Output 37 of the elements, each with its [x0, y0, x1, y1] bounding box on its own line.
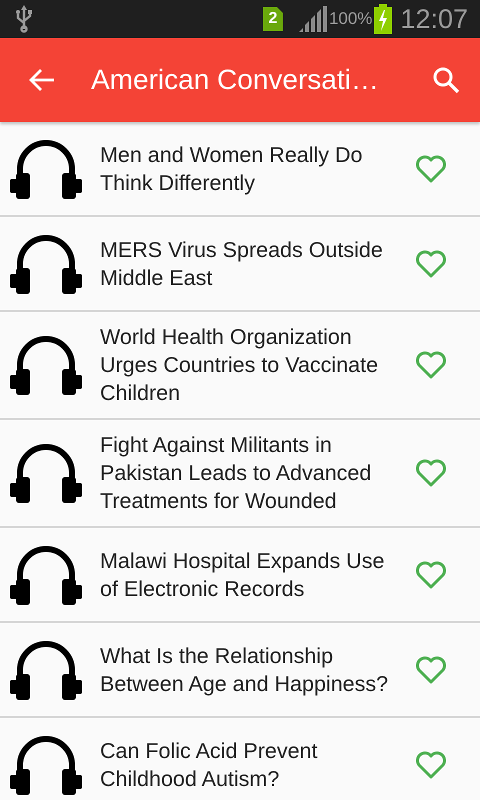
usb-icon — [16, 5, 32, 33]
episode-title: Malawi Hospital Expands Use of Electronic Records — [100, 548, 386, 602]
headphones-icon — [8, 734, 84, 794]
headphones-icon — [8, 640, 84, 700]
heart-icon[interactable] — [415, 351, 447, 379]
episode-title: Men and Women Really Do Think Differently — [100, 142, 364, 196]
list-item[interactable]: Fight Against Militants in Pakistan Leads to Advanced Treatments for Wounded — [0, 420, 480, 528]
battery-percent: 100% — [328, 9, 372, 29]
sim-card-icon: 2 — [262, 7, 283, 31]
heart-icon[interactable] — [415, 560, 447, 588]
list-item[interactable]: Can Folic Acid Prevent Childhood Autism? — [0, 718, 480, 800]
search-icon[interactable] — [432, 66, 460, 94]
heart-icon[interactable] — [415, 750, 447, 778]
episode-title: World Health Organization Urges Countries to Vaccinate Children — [100, 324, 380, 407]
signal-icon — [296, 6, 327, 32]
heart-icon[interactable] — [415, 250, 447, 278]
episode-title: Fight Against Militants in Pakistan Leads to Advanced Treatments for Wounded — [100, 432, 372, 515]
heart-icon[interactable] — [415, 656, 447, 684]
list-item[interactable]: World Health Organization Urges Countries to Vaccinate Children — [0, 312, 480, 420]
heart-icon[interactable] — [415, 154, 447, 182]
headphones-icon — [8, 234, 84, 294]
battery-charging-icon — [374, 4, 392, 34]
headphones-icon — [8, 138, 84, 198]
clock: 12:07 — [400, 4, 468, 34]
episode-title: What Is the Relationship Between Age and Happiness? — [100, 642, 390, 698]
screen-title: American Conversati… — [91, 64, 380, 96]
list-item[interactable]: Malawi Hospital Expands Use of Electronic Records — [0, 528, 480, 623]
headphones-icon — [8, 335, 84, 395]
back-arrow-icon[interactable] — [29, 68, 55, 92]
list-item[interactable]: What Is the Relationship Between Age and Happiness? — [0, 623, 480, 718]
headphones-icon — [8, 443, 84, 503]
headphones-icon — [8, 544, 84, 604]
episode-title: Can Folic Acid Prevent Childhood Autism? — [100, 738, 318, 792]
list-item[interactable]: MERS Virus Spreads Outside Middle East — [0, 217, 480, 312]
episode-title: MERS Virus Spreads Outside Middle East — [100, 236, 384, 292]
list-item[interactable]: Men and Women Really Do Think Differently — [0, 122, 480, 217]
heart-icon[interactable] — [415, 459, 447, 487]
